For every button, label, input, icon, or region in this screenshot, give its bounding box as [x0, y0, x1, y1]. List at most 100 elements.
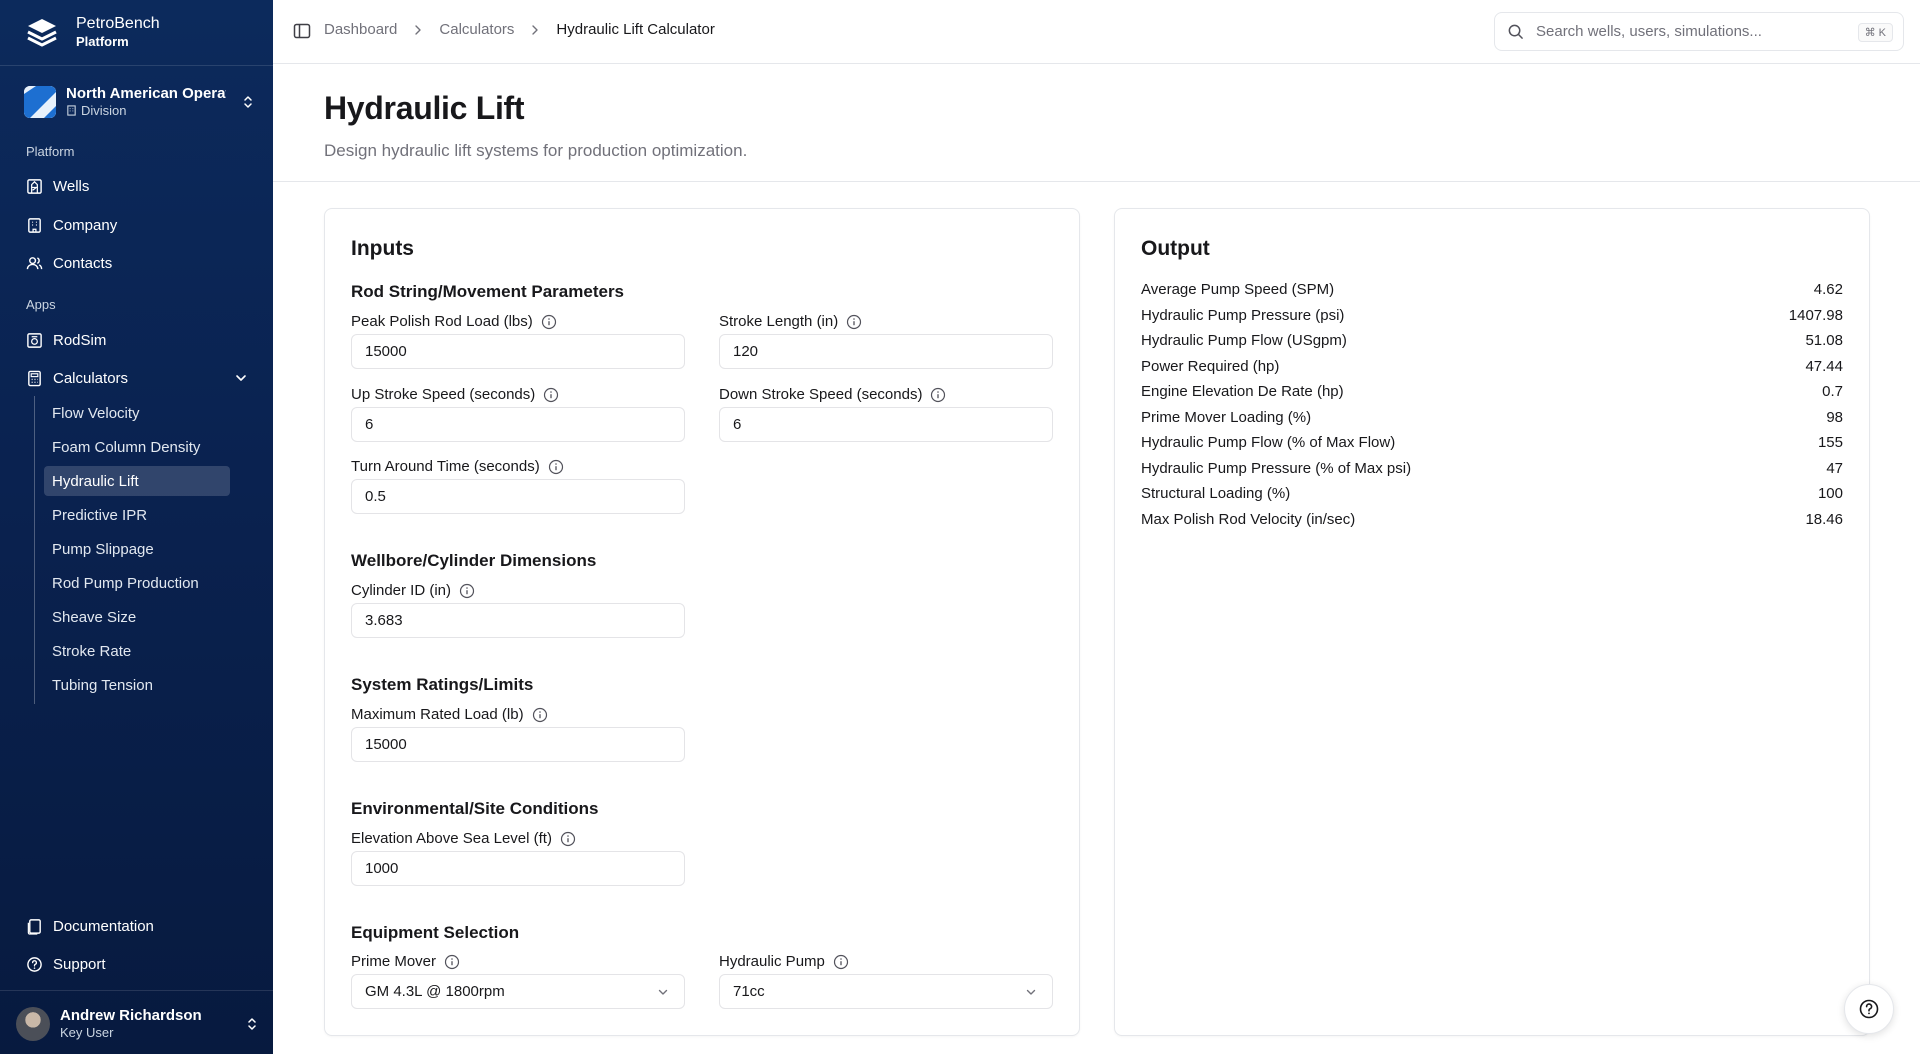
- hydraulic-pump-value: 71cc: [733, 983, 765, 1000]
- sidebar-subitem-pump-slippage[interactable]: Pump Slippage: [44, 534, 230, 564]
- field-label-text: Maximum Rated Load (lb): [351, 706, 524, 723]
- output-row: Structural Loading (%) 100: [1141, 485, 1843, 510]
- chevron-down-icon: [236, 375, 246, 381]
- cylinder-id-input[interactable]: [351, 603, 685, 638]
- org-switcher[interactable]: North American Operations Division: [24, 82, 256, 122]
- prime-mover-select[interactable]: GM 4.3L @ 1800rpm: [351, 974, 685, 1009]
- output-value: 98: [1826, 408, 1843, 426]
- output-label: Prime Mover Loading (%): [1141, 408, 1312, 426]
- info-icon[interactable]: [459, 583, 475, 599]
- down-speed-input[interactable]: [719, 407, 1053, 442]
- up-speed-input[interactable]: [351, 407, 685, 442]
- sidebar-item-wells[interactable]: Wells: [26, 172, 89, 200]
- help-button[interactable]: [1844, 984, 1894, 1034]
- peak-load-input[interactable]: [351, 334, 685, 369]
- sidebar-subitem-predictive-ipr[interactable]: Predictive IPR: [44, 500, 230, 530]
- building-icon: [28, 217, 41, 233]
- sidebar-item-company[interactable]: Company: [26, 211, 117, 239]
- output-label: Power Required (hp): [1141, 357, 1280, 375]
- field-label-text: Up Stroke Speed (seconds): [351, 386, 536, 403]
- calculator-icon: [28, 370, 41, 386]
- output-value: 47.44: [1805, 357, 1843, 375]
- sidebar-item-label: Company: [53, 216, 118, 234]
- brand-name: PetroBench: [76, 15, 160, 32]
- prime-mover-value: GM 4.3L @ 1800rpm: [365, 983, 505, 1000]
- sidebar-item-label: Support: [53, 955, 106, 973]
- output-label: Max Polish Rod Velocity (in/sec): [1141, 510, 1356, 528]
- sidebar-subitem-hydraulic-lift[interactable]: Hydraulic Lift: [44, 466, 230, 496]
- brand[interactable]: PetroBench Platform: [22, 10, 160, 56]
- sidebar-subitem-foam-column-density[interactable]: Foam Column Density: [44, 432, 230, 462]
- breadcrumb-calculators[interactable]: Calculators: [439, 21, 514, 38]
- field-label-text: Down Stroke Speed (seconds): [719, 386, 923, 403]
- info-icon[interactable]: [548, 459, 564, 475]
- output-row: Hydraulic Pump Pressure (psi) 1407.98: [1141, 307, 1843, 332]
- sidebar-subitem-stroke-rate[interactable]: Stroke Rate: [44, 636, 230, 666]
- sidebar-subitem-rod-pump-production[interactable]: Rod Pump Production: [44, 568, 230, 598]
- output-title: Output: [1141, 237, 1210, 260]
- info-icon[interactable]: [560, 831, 576, 847]
- info-icon[interactable]: [543, 387, 559, 403]
- info-icon[interactable]: [833, 954, 849, 970]
- sidebar-subitem-sheave-size[interactable]: Sheave Size: [44, 602, 230, 632]
- group-title-rod: Rod String/Movement Parameters: [351, 282, 625, 301]
- breadcrumb-dashboard[interactable]: Dashboard: [324, 21, 397, 38]
- user-menu[interactable]: Andrew Richardson Key User: [16, 1006, 260, 1042]
- rodsim-icon: [27, 332, 42, 348]
- max-load-label: Maximum Rated Load (lb): [351, 706, 548, 723]
- org-name: North American Operations: [66, 85, 226, 102]
- output-row: Hydraulic Pump Pressure (% of Max psi) 47: [1141, 460, 1843, 485]
- header-divider: [273, 181, 1920, 182]
- sidebar-item-label: RodSim: [53, 331, 107, 349]
- hydraulic-pump-select[interactable]: 71cc: [719, 974, 1053, 1009]
- output-label: Hydraulic Pump Flow (% of Max Flow): [1141, 434, 1396, 451]
- building-small-icon: [67, 105, 76, 116]
- sidebar-item-label: Documentation: [53, 917, 154, 935]
- turn-time-input[interactable]: [351, 479, 685, 514]
- sidebar-item-documentation[interactable]: Documentation: [26, 912, 154, 940]
- breadcrumb: Dashboard Calculators Hydraulic Lift Cal…: [324, 21, 715, 38]
- topbar: Dashboard Calculators Hydraulic Lift Cal…: [273, 0, 1920, 64]
- submenu-guide-line: [34, 396, 35, 704]
- output-row: Engine Elevation De Rate (hp) 0.7: [1141, 383, 1843, 408]
- sidebar-item-contacts[interactable]: Contacts: [26, 249, 112, 277]
- output-label: Average Pump Speed (SPM): [1141, 281, 1335, 298]
- sidebar-subitem-tubing-tension[interactable]: Tubing Tension: [44, 670, 230, 700]
- user-role: Key User: [60, 1025, 114, 1040]
- elevation-label: Elevation Above Sea Level (ft): [351, 830, 576, 847]
- help-circle-icon: [1859, 999, 1879, 1019]
- output-value: 18.46: [1805, 510, 1843, 528]
- info-icon[interactable]: [930, 387, 946, 403]
- output-row: Prime Mover Loading (%) 98: [1141, 409, 1843, 434]
- field-label-text: Cylinder ID (in): [351, 582, 452, 599]
- elevation-input[interactable]: [351, 851, 685, 886]
- stroke-length-input[interactable]: [719, 334, 1053, 369]
- info-icon[interactable]: [444, 954, 460, 970]
- down-speed-label: Down Stroke Speed (seconds): [719, 386, 946, 403]
- turn-time-label: Turn Around Time (seconds): [351, 458, 564, 475]
- info-icon[interactable]: [532, 707, 548, 723]
- output-value: 4.62: [1813, 281, 1843, 298]
- field-label-text: Stroke Length (in): [719, 313, 839, 330]
- output-label: Hydraulic Pump Flow (USgpm): [1141, 332, 1347, 349]
- org-type: Division: [81, 103, 127, 118]
- max-load-input[interactable]: [351, 727, 685, 762]
- chevron-down-icon: [1026, 989, 1036, 995]
- output-value: 155: [1817, 434, 1843, 451]
- sidebar-item-support[interactable]: Support: [26, 950, 106, 978]
- org-logo-icon: [24, 86, 56, 118]
- sidebar-item-calculators[interactable]: Calculators: [26, 364, 246, 392]
- hydraulic-pump-label: Hydraulic Pump: [719, 953, 849, 970]
- page-subtitle: Design hydraulic lift systems for produc…: [324, 141, 748, 160]
- search-shortcut-badge: ⌘ K: [1857, 23, 1893, 42]
- sidebar-toggle-icon[interactable]: [293, 22, 311, 40]
- search-icon: [1508, 24, 1523, 39]
- field-label-text: Turn Around Time (seconds): [351, 458, 540, 475]
- info-icon[interactable]: [846, 314, 862, 330]
- sidebar-subitem-flow-velocity[interactable]: Flow Velocity: [44, 398, 230, 428]
- output-value: 51.08: [1805, 332, 1843, 349]
- search-box[interactable]: ⌘ K: [1494, 12, 1904, 51]
- search-input[interactable]: [1536, 23, 1856, 40]
- sidebar-item-rodsim[interactable]: RodSim: [26, 326, 106, 354]
- info-icon[interactable]: [541, 314, 557, 330]
